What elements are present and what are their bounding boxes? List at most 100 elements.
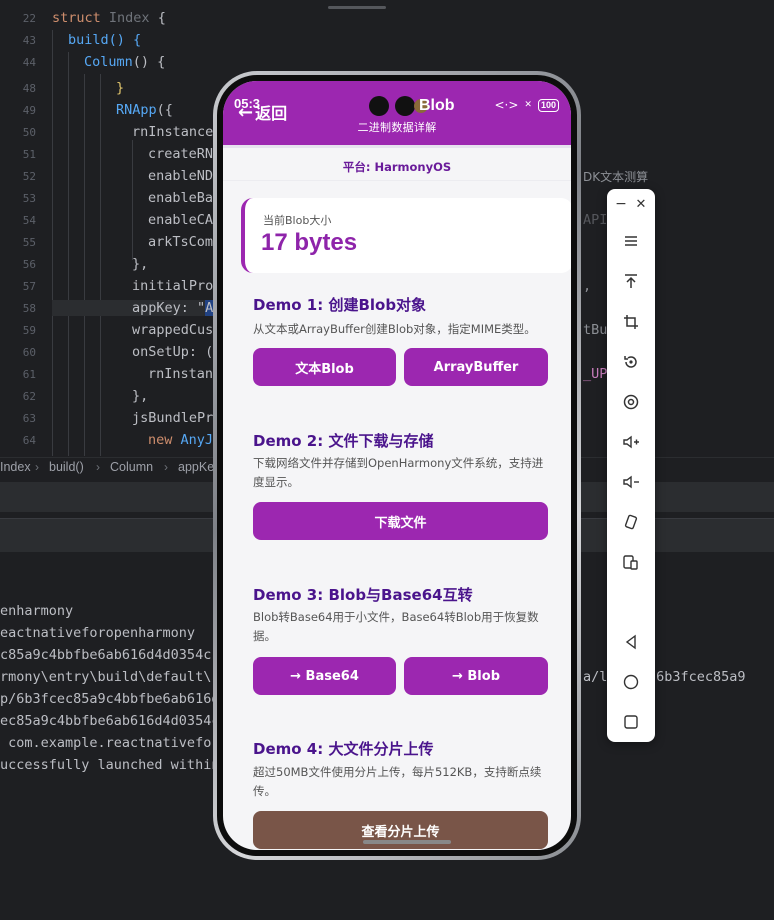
app-header: 05:3 ← 返回 Blob 二进制数据详解 <·> ✕ 100 [223,81,571,145]
divider [223,180,571,181]
recents-nav-icon[interactable] [607,707,655,737]
code-line: }, [132,388,149,404]
arraybuffer-button[interactable]: ArrayBuffer [404,348,548,386]
line-number: 63 [22,412,36,425]
log-line: c85a9c4bbfbe6ab616d4d0354c [0,647,212,663]
log-line: eactnativeforopenharmony [0,625,196,641]
line-number: 43 [22,34,36,47]
code-line: struct Index { [52,10,166,26]
signal-icon: <·> [494,98,519,112]
demo-title: Demo 1: 创建Blob对象 [253,296,427,314]
code-line: enableCA [148,212,214,228]
line-number: 62 [22,390,36,403]
code-line: }, [132,256,149,272]
code-line: RNApp({ [116,102,173,118]
line-number: 52 [22,170,36,183]
chevron-right-icon: › [96,460,100,474]
page-title: Blob [419,97,455,114]
log-line: p/6b3fcec85a9c4bbfbe6ab616d [0,691,220,707]
code-line-current: appKey: "A [52,300,222,316]
wifi-off-icon: ✕ [524,100,532,110]
scroll-marker [328,6,386,9]
line-number: 54 [22,214,36,227]
breadcrumb-item[interactable]: Column [110,460,153,474]
demo-title: Demo 2: 文件下载与存储 [253,432,434,450]
code-line: rnInstance [132,124,214,140]
crop-icon[interactable] [607,307,655,337]
line-number: 61 [22,368,36,381]
log-line: enharmony [0,603,74,619]
code-line: onSetUp: ( [132,344,214,360]
demo-description: 下载网络文件并存储到OpenHarmony文件系统，支持进度显示。 [253,456,544,489]
line-number: 59 [22,324,36,337]
line-number: 50 [22,126,36,139]
to-base64-button[interactable]: → Base64 [253,657,396,695]
device-switch-icon[interactable] [607,547,655,577]
chevron-right-icon: › [35,460,39,474]
code-line: rnInstan [148,366,214,382]
code-fragment: _UP [583,366,608,382]
line-number: 56 [22,258,36,271]
line-number: 49 [22,104,36,117]
demo-description: 从文本或ArrayBuffer创建Blob对象，指定MIME类型。 [253,322,536,336]
download-file-button[interactable]: 下载文件 [253,502,548,540]
emulator-toolbar: − ✕ [607,189,655,742]
back-nav-icon[interactable] [607,627,655,657]
demo-title: Demo 3: Blob与Base64互转 [253,586,473,604]
line-number: 60 [22,346,36,359]
code-line: wrappedCus [132,322,214,338]
line-number: 22 [22,12,36,25]
code-line: build() { [68,32,142,48]
line-number: 64 [22,434,36,447]
page-subtitle: 二进制数据详解 [357,121,437,134]
rotate-icon[interactable] [607,347,655,377]
demo-title: Demo 4: 大文件分片上传 [253,740,434,758]
home-nav-icon[interactable] [607,667,655,697]
minimize-button[interactable]: − [613,195,629,213]
line-number: 55 [22,236,36,249]
log-line: uccessfully launched within [0,757,220,773]
text-blob-button[interactable]: 文本Blob [253,348,396,386]
volume-down-icon[interactable] [607,467,655,497]
code-line: initialPro [132,278,214,294]
volume-up-icon[interactable] [607,427,655,457]
record-icon[interactable] [607,387,655,417]
demo-description: Blob转Base64用于小文件，Base64转Blob用于恢复数据。 [253,610,539,643]
log-line: ec85a9c4bbfbe6ab616d4d0354c [0,713,220,729]
line-number: 58 [22,302,36,315]
code-fragment: API [583,212,608,228]
breadcrumb-item[interactable]: appKe [178,460,214,474]
demo-description: 超过50MB文件使用分片上传，每片512KB，支持断点续传。 [253,765,542,798]
pin-top-icon[interactable] [607,266,655,296]
home-indicator[interactable] [363,840,451,844]
code-fragment: DK文本测算 [583,170,649,184]
log-line: rmony\entry\build\default\ [0,669,212,685]
to-blob-button[interactable]: → Blob [404,657,548,695]
phone-bezel: 05:3 ← 返回 Blob 二进制数据详解 <·> ✕ 100 平台: Har… [217,75,577,856]
line-number: 53 [22,192,36,205]
close-button[interactable]: ✕ [633,195,649,213]
code-line: createRN [148,146,214,162]
phone-screen: 05:3 ← 返回 Blob 二进制数据详解 <·> ✕ 100 平台: Har… [223,81,571,850]
battery-icon: 100 [537,98,559,112]
blob-size-value: 17 bytes [261,229,358,256]
code-line: enableND [148,168,214,184]
code-line: jsBundlePr [132,410,214,426]
menu-icon[interactable] [607,226,655,256]
blob-size-label: 当前Blob大小 [263,214,332,227]
log-line: com.example.reactnativefor [0,735,220,751]
shake-icon[interactable] [607,507,655,537]
line-number: 44 [22,56,36,69]
chevron-right-icon: › [164,460,168,474]
breadcrumb-item[interactable]: build() [49,460,84,474]
header-divider [223,145,571,148]
line-number: 48 [22,82,36,95]
code-line: } [116,80,125,96]
breadcrumb-item[interactable]: Index [0,460,31,474]
status-icons: <·> ✕ 100 [494,98,559,112]
line-number: 51 [22,148,36,161]
code-line: arkTsCom [148,234,214,250]
code-fragment: tBu [583,322,608,338]
phone-frame: 05:3 ← 返回 Blob 二进制数据详解 <·> ✕ 100 平台: Har… [213,71,581,860]
code-line: enableBa [148,190,214,206]
